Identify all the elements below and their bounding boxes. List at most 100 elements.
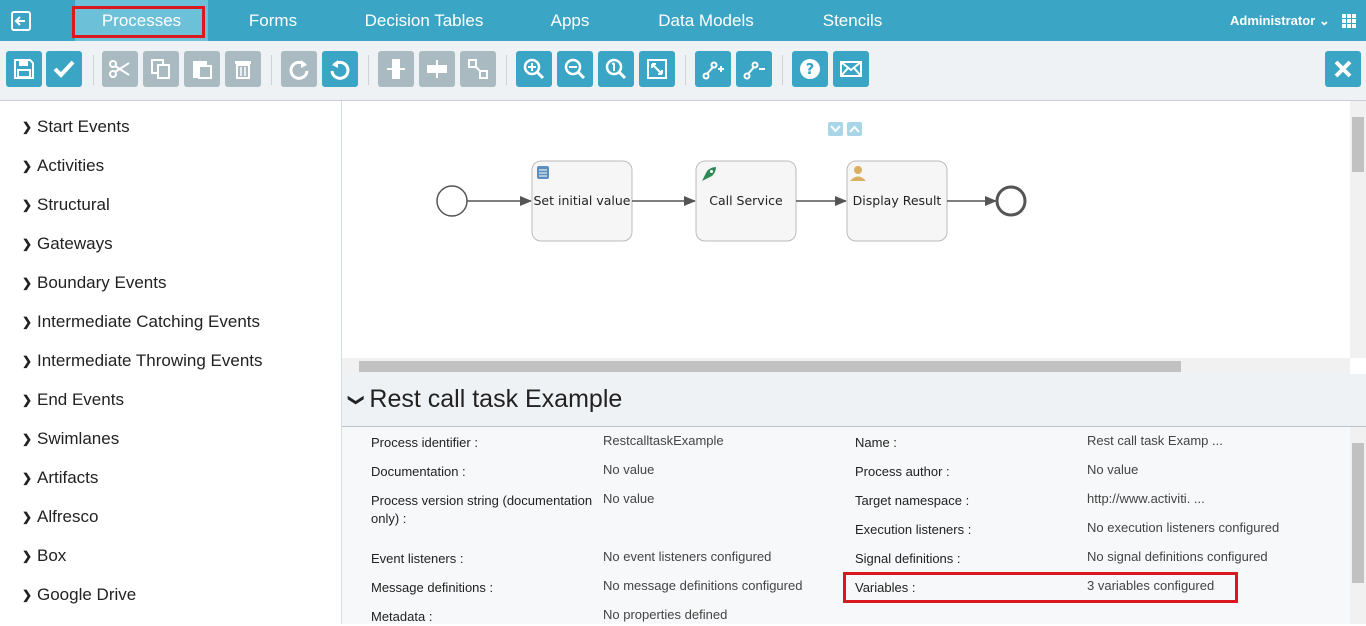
apps-grid-icon[interactable] (1342, 14, 1356, 28)
canvas-horizontal-scrollbar[interactable] (342, 358, 1350, 374)
undo-button[interactable] (322, 51, 358, 87)
end-event[interactable] (995, 185, 1027, 217)
property-value-message-definitions[interactable]: No message definitions configured (603, 577, 802, 595)
chevron-right-icon: ❯ (22, 471, 33, 485)
palette-group-label: Boundary Events (37, 273, 167, 292)
bend-point-remove-icon (743, 61, 765, 80)
chevron-right-icon: ❯ (22, 237, 33, 251)
validate-icon (53, 60, 75, 78)
chevron-down-icon: ⌄ (1318, 13, 1330, 28)
email-icon (840, 61, 862, 77)
properties-header[interactable]: ❯ Rest call task Example (347, 385, 623, 414)
paste-icon (193, 61, 212, 79)
canvas-collapse-toggle[interactable] (828, 122, 862, 136)
scrollbar-thumb[interactable] (359, 361, 1181, 372)
property-value-metadata[interactable]: No properties defined (603, 606, 727, 624)
task-display-result[interactable]: Display Result (846, 160, 948, 242)
property-value-process-author[interactable]: No value (1087, 461, 1138, 479)
back-icon[interactable] (10, 10, 32, 32)
zoom-in-button[interactable] (516, 51, 552, 87)
bend-point-remove-button[interactable] (736, 51, 772, 87)
palette-group-end-events[interactable]: ❯ End Events (22, 388, 124, 412)
palette-group-activities[interactable]: ❯ Activities (22, 154, 104, 178)
toolbar-divider (685, 55, 686, 85)
start-event[interactable] (436, 185, 468, 217)
canvas-vertical-scrollbar[interactable] (1350, 101, 1366, 358)
zoom-out-button[interactable] (557, 51, 593, 87)
task-call-service[interactable]: Call Service (695, 160, 797, 242)
toolbar-divider (782, 55, 783, 85)
toolbar-divider (93, 55, 94, 85)
process-canvas[interactable]: Set initial value Call Service Display R… (342, 101, 1366, 373)
copy-button[interactable] (143, 51, 179, 87)
paste-button[interactable] (184, 51, 220, 87)
palette-group-boundary-events[interactable]: ❯ Boundary Events (22, 271, 166, 295)
scrollbar-thumb[interactable] (1352, 117, 1364, 172)
task-set-initial-value[interactable]: Set initial value (531, 160, 633, 242)
close-editor-button[interactable] (1325, 51, 1361, 87)
cut-icon (109, 60, 130, 78)
tab-forms[interactable]: Forms (228, 0, 318, 41)
save-button[interactable] (6, 51, 42, 87)
palette-group-intermediate-throwing-events[interactable]: ❯ Intermediate Throwing Events (22, 349, 263, 373)
same-size-button[interactable] (460, 51, 496, 87)
zoom-actual-button[interactable] (598, 51, 634, 87)
palette-group-box[interactable]: ❯ Box (22, 544, 66, 568)
cut-button[interactable] (102, 51, 138, 87)
palette-group-label: Swimlanes (37, 429, 120, 448)
palette-group-label: End Events (37, 390, 124, 409)
scrollbar-thumb[interactable] (1352, 443, 1364, 583)
copy-icon (151, 59, 170, 79)
chevron-right-icon: ❯ (22, 588, 33, 602)
property-value-process-identifier[interactable]: RestcalltaskExample (603, 432, 724, 450)
highlight-box-processes (72, 6, 205, 38)
palette-group-label: Start Events (37, 117, 130, 136)
help-icon: ? (800, 59, 820, 79)
task-label: Display Result (853, 193, 942, 208)
palette-group-gateways[interactable]: ❯ Gateways (22, 232, 113, 256)
task-label: Set initial value (534, 193, 631, 208)
task-label: Call Service (709, 193, 783, 208)
validate-button[interactable] (46, 51, 82, 87)
email-button[interactable] (833, 51, 869, 87)
property-value-event-listeners[interactable]: No event listeners configured (603, 548, 771, 566)
redo-button[interactable] (281, 51, 317, 87)
properties-vertical-scrollbar[interactable] (1350, 427, 1366, 624)
tab-data-models[interactable]: Data Models (640, 0, 772, 41)
close-icon (1334, 60, 1352, 78)
bend-point-add-button[interactable] (695, 51, 731, 87)
property-value-name[interactable]: Rest call task Examp ... (1087, 432, 1223, 450)
chevron-right-icon: ❯ (22, 510, 33, 524)
property-value-signal-definitions[interactable]: No signal definitions configured (1087, 548, 1268, 566)
align-horizontal-button[interactable] (378, 51, 414, 87)
process-title: Rest call task Example (369, 385, 623, 413)
palette-group-google-drive[interactable]: ❯ Google Drive (22, 583, 136, 607)
user-name: Administrator (1230, 13, 1316, 28)
palette-group-structural[interactable]: ❯ Structural (22, 193, 110, 217)
property-value-process-version[interactable]: No value (603, 490, 654, 508)
tab-apps[interactable]: Apps (530, 0, 610, 41)
palette-group-start-events[interactable]: ❯ Start Events (22, 115, 130, 139)
zoom-fit-button[interactable] (639, 51, 675, 87)
help-button[interactable]: ? (792, 51, 828, 87)
palette-group-artifacts[interactable]: ❯ Artifacts (22, 466, 98, 490)
palette-group-label: Structural (37, 195, 110, 214)
delete-button[interactable] (225, 51, 261, 87)
zoom-actual-icon (605, 58, 627, 80)
chevron-down-icon: ❯ (347, 392, 365, 407)
palette-group-swimlanes[interactable]: ❯ Swimlanes (22, 427, 119, 451)
script-icon (537, 166, 549, 179)
align-vertical-button[interactable] (419, 51, 455, 87)
undo-icon (330, 60, 350, 80)
user-menu[interactable]: Administrator ⌄ (1230, 13, 1330, 29)
palette-group-alfresco[interactable]: ❯ Alfresco (22, 505, 98, 529)
property-value-documentation[interactable]: No value (603, 461, 654, 479)
property-value-execution-listeners[interactable]: No execution listeners configured (1087, 519, 1279, 537)
property-value-target-namespace[interactable]: http://www.activiti. ... (1087, 490, 1205, 508)
property-label: Signal definitions : (855, 551, 961, 566)
tab-decision-tables[interactable]: Decision Tables (350, 0, 498, 41)
chevron-right-icon: ❯ (22, 315, 33, 329)
tab-stencils[interactable]: Stencils (805, 0, 900, 41)
palette-group-intermediate-catching-events[interactable]: ❯ Intermediate Catching Events (22, 310, 260, 334)
save-icon (14, 59, 34, 79)
